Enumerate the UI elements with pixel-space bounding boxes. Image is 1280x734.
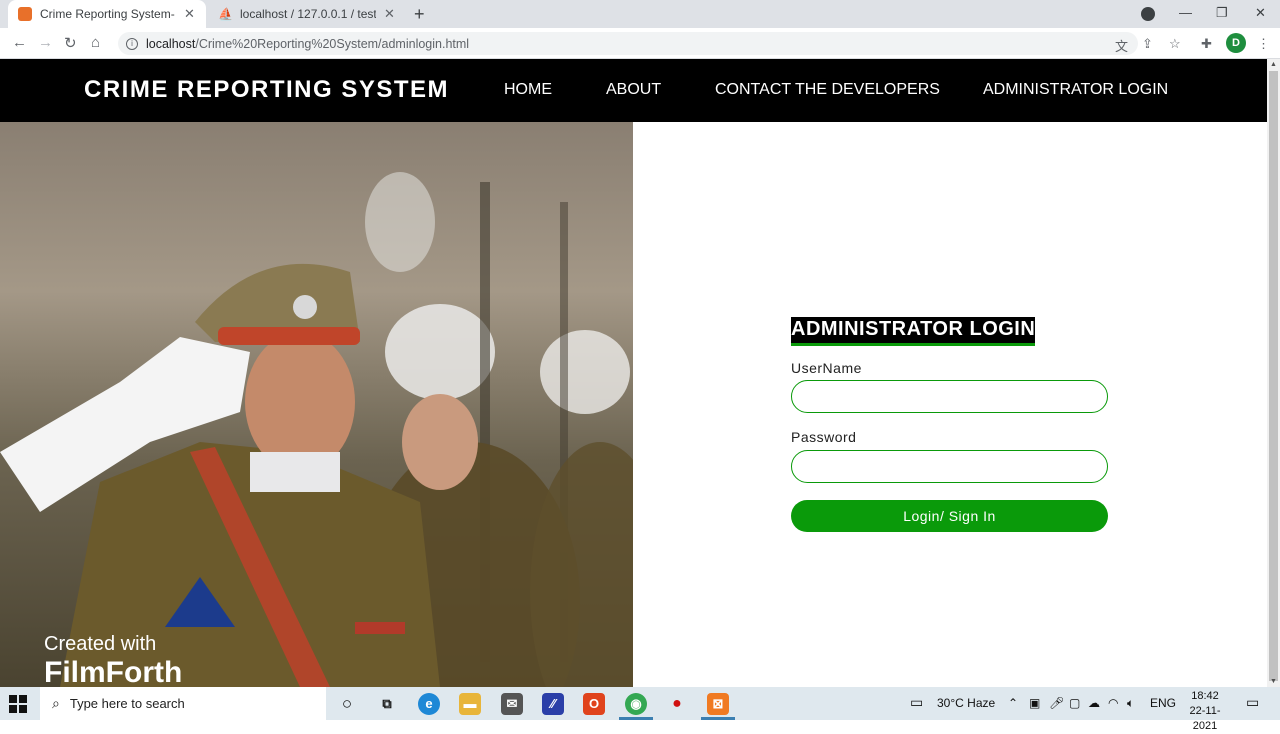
minimize-icon[interactable]: — bbox=[1179, 5, 1192, 20]
site-brand[interactable]: CRIME REPORTING SYSTEM bbox=[84, 76, 449, 104]
file-explorer-icon[interactable]: ▬ bbox=[459, 693, 481, 715]
back-arrow-icon[interactable]: ← bbox=[12, 34, 27, 51]
tab-title: localhost / 127.0.0.1 / test / crime bbox=[240, 7, 376, 21]
taskbar-search-placeholder: Type here to search bbox=[69, 696, 185, 711]
onedrive-cloud-icon[interactable]: ☁ bbox=[1088, 696, 1100, 710]
page-viewport: CRIME REPORTING SYSTEM HOME ABOUT CONTAC… bbox=[0, 59, 1267, 687]
chrome-taskbar-icon[interactable]: ◉ bbox=[625, 693, 647, 715]
new-tab-plus-icon[interactable]: + bbox=[414, 4, 425, 25]
profile-avatar[interactable]: D bbox=[1226, 33, 1246, 53]
tab-title: Crime Reporting System- Admin bbox=[40, 7, 176, 21]
volume-icon[interactable]: 🔈︎ bbox=[1127, 696, 1134, 711]
translate-icon[interactable]: 文 bbox=[1115, 36, 1128, 55]
record-icon[interactable]: ● bbox=[666, 693, 688, 715]
taskbar-clock[interactable]: 18:42 22-11-2021 bbox=[1180, 689, 1230, 734]
close-tab-icon[interactable]: ✕ bbox=[184, 6, 195, 22]
close-tab-icon[interactable]: ✕ bbox=[384, 6, 395, 22]
page-scrollbar[interactable]: ▲ ▼ bbox=[1267, 59, 1280, 687]
login-panel: ADMINISTRATOR LOGIN UserName Password Lo… bbox=[633, 122, 1267, 687]
browser-tab-bar: Crime Reporting System- Admin ✕ ⛵ localh… bbox=[0, 0, 1280, 28]
notifications-icon[interactable]: ▭ bbox=[1246, 694, 1259, 711]
site-navbar: CRIME REPORTING SYSTEM HOME ABOUT CONTAC… bbox=[0, 59, 1267, 122]
weather-icon[interactable]: ▭ bbox=[910, 694, 923, 711]
cortana-circle-icon[interactable]: ○ bbox=[336, 693, 358, 715]
login-sign-in-button[interactable]: Login/ Sign In bbox=[791, 500, 1108, 532]
tray-app-icon[interactable]: ▣ bbox=[1029, 696, 1040, 710]
username-input[interactable] bbox=[791, 380, 1108, 413]
site-info-icon[interactable]: i bbox=[126, 37, 138, 50]
url-path: /Crime%20Reporting%20System/adminlogin.h… bbox=[195, 36, 470, 51]
nav-home[interactable]: HOME bbox=[504, 81, 552, 99]
scroll-up-arrow-icon[interactable]: ▲ bbox=[1270, 61, 1277, 68]
restore-icon[interactable]: ❐ bbox=[1216, 5, 1228, 21]
scroll-down-arrow-icon[interactable]: ▼ bbox=[1270, 678, 1277, 685]
nav-about[interactable]: ABOUT bbox=[606, 81, 661, 99]
url-bar[interactable]: i localhost/Crime%20Reporting%20System/a… bbox=[118, 32, 1138, 55]
menu-kebab-icon[interactable]: ⋮ bbox=[1257, 36, 1270, 52]
xampp-icon[interactable]: ⊠ bbox=[707, 693, 729, 715]
office-icon[interactable]: O bbox=[583, 693, 605, 715]
password-input[interactable] bbox=[791, 450, 1108, 483]
clock-date: 22-11-2021 bbox=[1189, 705, 1221, 732]
username-label: UserName bbox=[791, 360, 862, 376]
nav-administrator-login[interactable]: ADMINISTRATOR LOGIN bbox=[983, 81, 1168, 99]
tab-search-dropdown-icon[interactable] bbox=[1141, 7, 1155, 21]
weather-text[interactable]: 30°C Haze bbox=[937, 696, 995, 710]
site-favicon-icon bbox=[18, 7, 32, 21]
show-hidden-icons-chevron-icon[interactable]: ⌃ bbox=[1008, 696, 1018, 710]
hero-photo-police-salute: Created with FilmForth bbox=[0, 122, 633, 687]
windows-start-icon[interactable] bbox=[8, 694, 28, 714]
extensions-puzzle-icon[interactable]: ✚ bbox=[1201, 36, 1212, 52]
url-host: localhost bbox=[146, 36, 196, 51]
microphone-icon[interactable]: 🎤︎ bbox=[1049, 696, 1064, 710]
nav-contact-developers[interactable]: CONTACT THE DEVELOPERS bbox=[715, 81, 940, 99]
taskbar-search-box[interactable]: ⌕ Type here to search bbox=[40, 687, 326, 720]
tab-crime-reporting[interactable]: Crime Reporting System- Admin ✕ bbox=[8, 0, 206, 28]
hero-illustration bbox=[0, 172, 633, 687]
watermark-created-with: Created with bbox=[44, 633, 157, 655]
phpmyadmin-favicon-icon: ⛵ bbox=[218, 7, 233, 21]
tray-camera-icon[interactable]: ▢ bbox=[1069, 696, 1080, 710]
language-indicator[interactable]: ENG bbox=[1150, 696, 1176, 710]
bookmark-star-icon[interactable]: ☆ bbox=[1169, 36, 1181, 52]
tab-phpmyadmin[interactable]: ⛵ localhost / 127.0.0.1 / test / crime ✕ bbox=[208, 0, 408, 28]
home-icon[interactable]: ⌂ bbox=[91, 34, 100, 51]
share-icon[interactable]: ⇪ bbox=[1142, 36, 1153, 52]
forward-arrow-icon[interactable]: → bbox=[38, 34, 53, 51]
wifi-icon[interactable]: ◠ bbox=[1108, 696, 1118, 710]
watermark-filmforth: FilmForth bbox=[44, 656, 183, 687]
search-icon: ⌕ bbox=[52, 695, 60, 711]
password-label: Password bbox=[791, 429, 857, 445]
windows-taskbar: ⌕ Type here to search ○ ⧉ e ▬ ✉ ⁄⁄ O ◉ ●… bbox=[0, 687, 1280, 732]
close-window-icon[interactable]: ✕ bbox=[1255, 5, 1266, 21]
reload-icon[interactable]: ↻ bbox=[64, 34, 77, 52]
mail-icon[interactable]: ✉ bbox=[501, 693, 523, 715]
address-toolbar: ← → ↻ ⌂ i localhost/Crime%20Reporting%20… bbox=[0, 28, 1280, 59]
visual-studio-icon[interactable]: ⁄⁄ bbox=[542, 693, 564, 715]
scrollbar-thumb[interactable] bbox=[1269, 71, 1278, 681]
task-view-icon[interactable]: ⧉ bbox=[376, 693, 398, 715]
login-heading: ADMINISTRATOR LOGIN bbox=[791, 317, 1036, 346]
clock-time: 18:42 bbox=[1191, 690, 1219, 702]
edge-browser-icon[interactable]: e bbox=[418, 693, 440, 715]
